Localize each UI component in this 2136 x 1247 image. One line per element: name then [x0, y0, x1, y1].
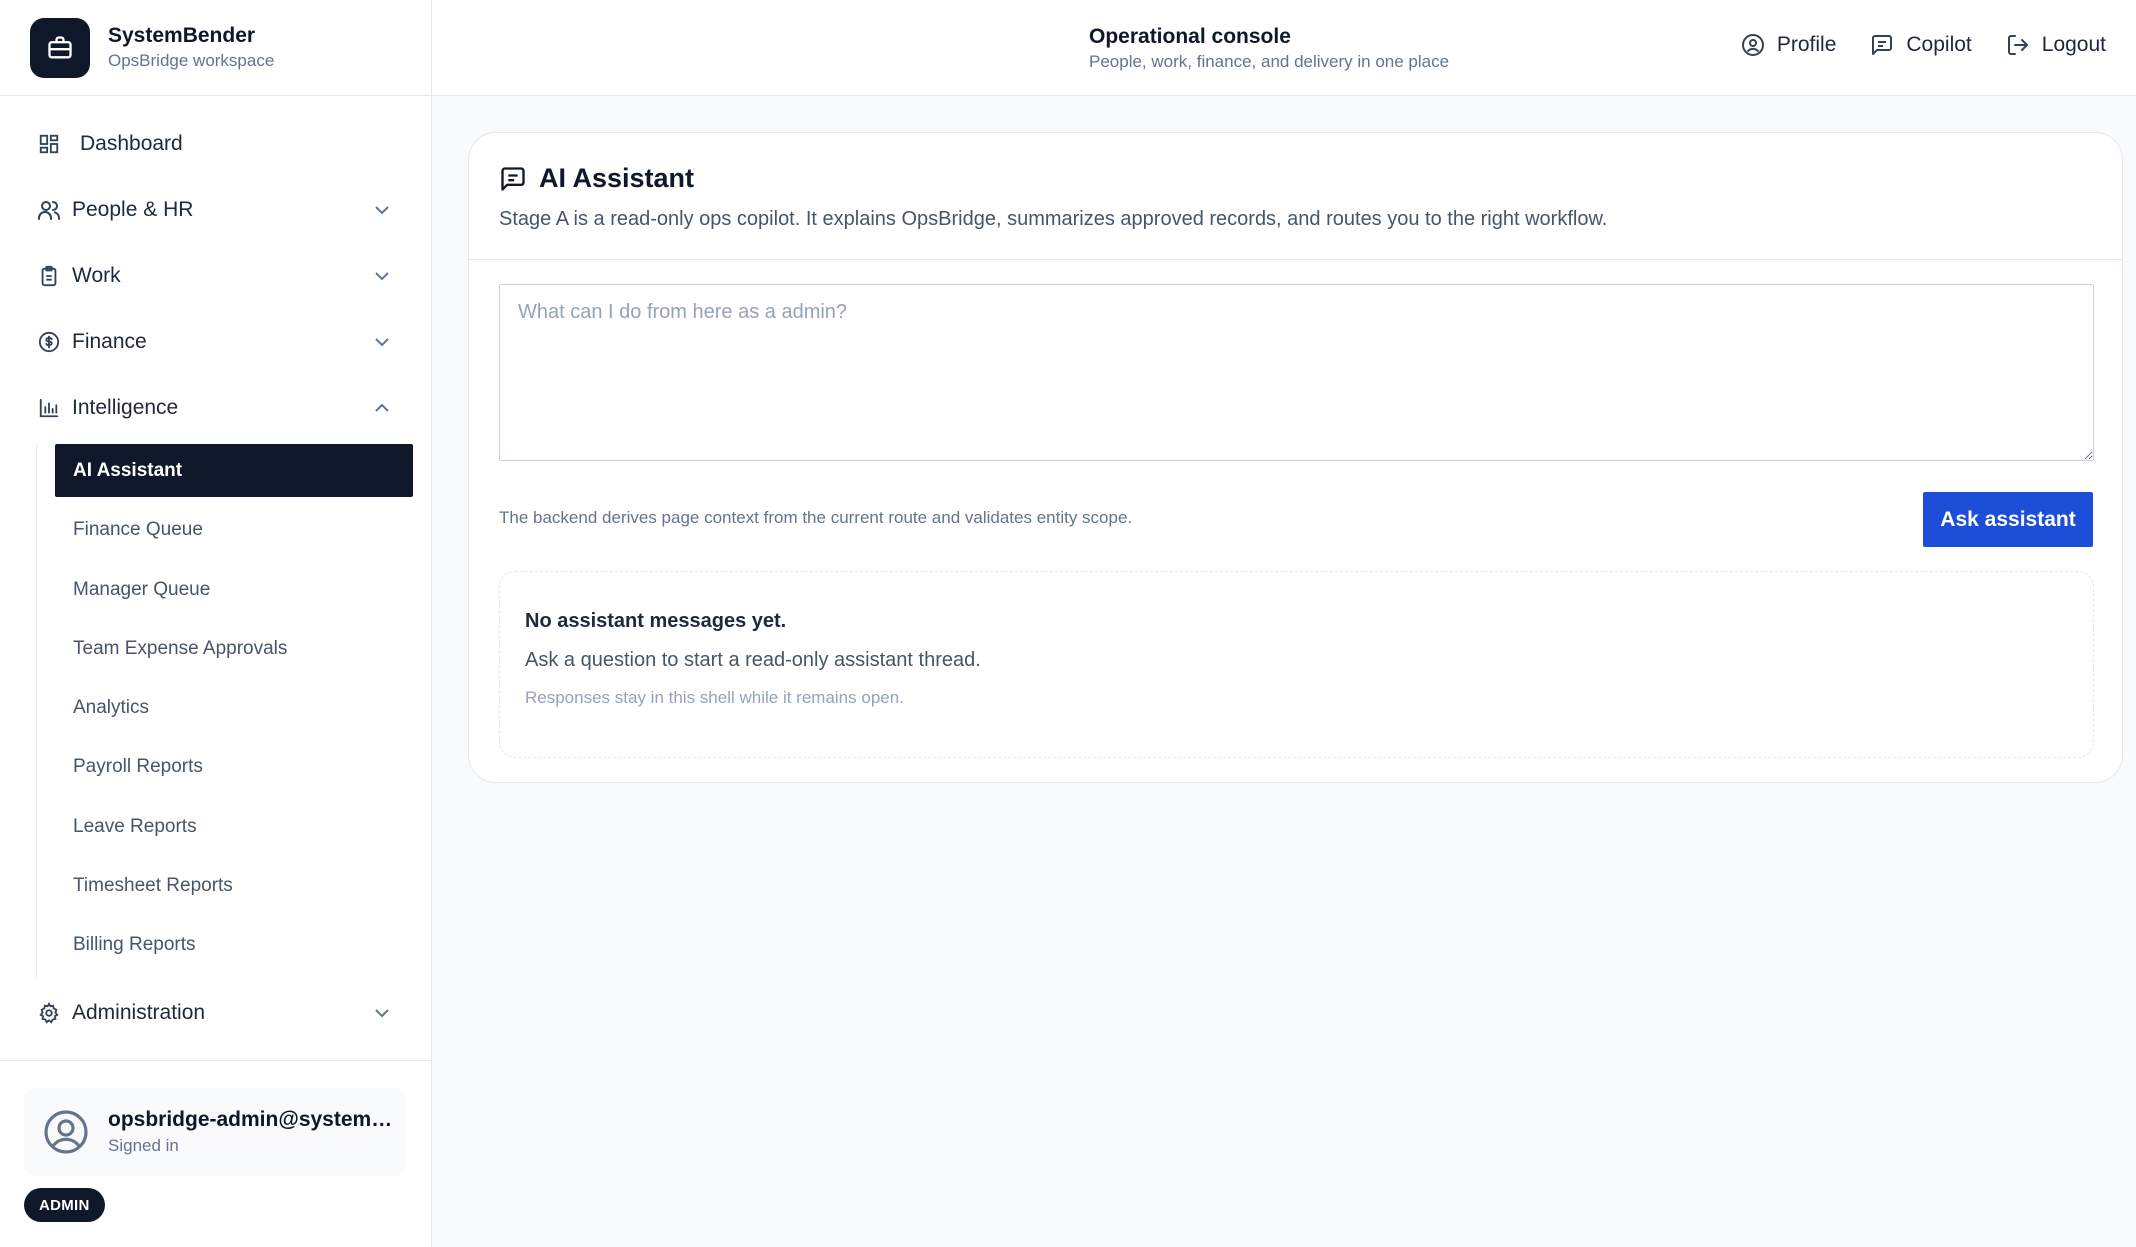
- sidebar-item-label: Administration: [72, 1001, 206, 1024]
- chevron-down-icon: [375, 1009, 389, 1018]
- sidebar-item-label: People & HR: [72, 198, 194, 221]
- sidebar-item-label: Intelligence: [72, 396, 179, 419]
- logout-button[interactable]: Logout: [2006, 33, 2106, 57]
- profile-button[interactable]: Profile: [1741, 33, 1837, 57]
- sidebar-item-label: Work: [72, 264, 121, 287]
- sidebar-item-people-hr[interactable]: People & HR: [24, 185, 408, 235]
- role-badge: ADMIN: [24, 1188, 105, 1222]
- brand-name: SystemBender: [108, 24, 256, 47]
- message-square-icon: [501, 166, 525, 191]
- message-square-icon: [1872, 35, 1893, 55]
- empty-state-title: No assistant messages yet.: [525, 610, 787, 632]
- sidebar: SystemBender OpsBridge workspace Dashboa…: [0, 0, 432, 1247]
- copilot-button[interactable]: Copilot: [1870, 33, 1972, 57]
- empty-state-note: Responses stay in this shell while it re…: [525, 688, 904, 707]
- bar-chart-icon: [36, 395, 62, 421]
- users-icon: [36, 197, 62, 223]
- chevron-down-icon: [375, 272, 389, 281]
- logout-icon: [2007, 35, 2028, 55]
- page-title: AI Assistant: [539, 163, 695, 193]
- user-status: Signed in: [108, 1136, 179, 1155]
- chevron-down-icon: [375, 338, 389, 347]
- sidebar-subitem-finance-queue[interactable]: Finance Queue: [55, 503, 413, 556]
- user-card[interactable]: opsbridge-admin@systembender.com Signed …: [24, 1088, 406, 1176]
- logout-label: Logout: [2041, 33, 2106, 56]
- sidebar-item-finance[interactable]: Finance: [24, 317, 408, 367]
- gear-icon: [36, 1000, 62, 1026]
- sidebar-item-dashboard[interactable]: Dashboard: [24, 119, 408, 169]
- header-actions: Profile Copilot Logout: [1707, 33, 2106, 57]
- brand: SystemBender OpsBridge workspace: [0, 0, 431, 96]
- clipboard-icon: [36, 263, 62, 289]
- chevron-down-icon: [375, 206, 389, 215]
- empty-state-body: Ask a question to start a read-only assi…: [525, 649, 981, 671]
- chevron-up-icon: [375, 403, 389, 412]
- assistant-empty-state: No assistant messages yet. Ask a questio…: [499, 571, 2094, 758]
- user-circle-icon: [44, 1110, 88, 1154]
- sidebar-subitem-manager-queue[interactable]: Manager Queue: [55, 563, 413, 616]
- sidebar-item-work[interactable]: Work: [24, 251, 408, 301]
- brand-workspace: OpsBridge workspace: [108, 51, 275, 70]
- sidebar-footer: opsbridge-admin@systembender.com Signed …: [0, 1060, 432, 1247]
- top-header: Operational console People, work, financ…: [432, 0, 2136, 96]
- briefcase-logo-icon[interactable]: [30, 17, 90, 78]
- user-email: opsbridge-admin@systembender.com: [108, 1108, 398, 1131]
- sidebar-item-intelligence[interactable]: Intelligence: [24, 383, 408, 433]
- sidebar-subitem-leave-reports[interactable]: Leave Reports: [55, 800, 413, 853]
- subnav-divider: [36, 444, 37, 977]
- dollar-circle-icon: [36, 329, 62, 355]
- profile-label: Profile: [1776, 33, 1837, 56]
- sidebar-item-label: Finance: [72, 330, 147, 353]
- copilot-label: Copilot: [1906, 33, 1972, 56]
- sidebar-subitem-ai-assistant[interactable]: AI Assistant: [55, 444, 413, 497]
- sidebar-item-label: Dashboard: [80, 132, 183, 155]
- sidebar-subitem-analytics[interactable]: Analytics: [55, 681, 413, 734]
- ask-assistant-button[interactable]: Ask assistant: [1923, 492, 2093, 547]
- assistant-card: AI Assistant Stage A is a read-only ops …: [468, 132, 2123, 783]
- grid-icon: [36, 131, 62, 157]
- sidebar-subitem-payroll-reports[interactable]: Payroll Reports: [55, 740, 413, 793]
- header-subtitle: People, work, finance, and delivery in o…: [1089, 52, 1450, 71]
- sidebar-item-administration[interactable]: Administration: [24, 988, 408, 1038]
- sidebar-subitem-team-expense-approvals[interactable]: Team Expense Approvals: [55, 622, 413, 675]
- assistant-description: Stage A is a read-only ops copilot. It e…: [499, 208, 1608, 230]
- user-circle-icon: [1741, 34, 1764, 56]
- assistant-card-header: AI Assistant Stage A is a read-only ops …: [469, 133, 2122, 260]
- header-title: Operational console: [1089, 25, 1291, 48]
- context-note: The backend derives page context from th…: [499, 508, 1133, 527]
- assistant-prompt-input[interactable]: [499, 284, 2094, 461]
- sidebar-subitem-timesheet-reports[interactable]: Timesheet Reports: [55, 859, 413, 912]
- sidebar-subitem-billing-reports[interactable]: Billing Reports: [55, 918, 413, 971]
